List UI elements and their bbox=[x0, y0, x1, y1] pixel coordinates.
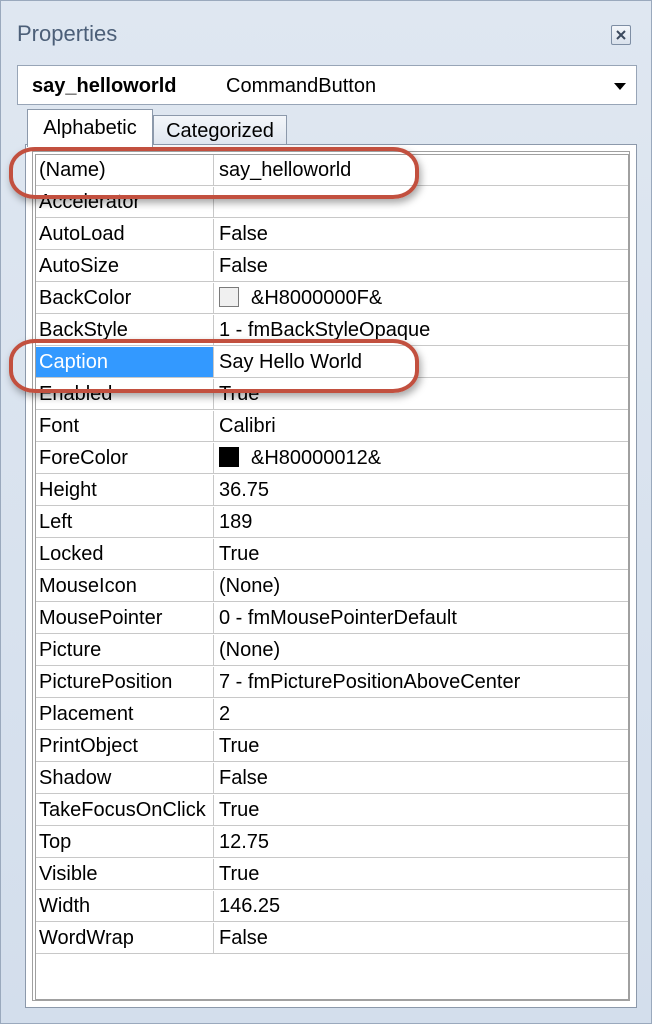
property-name: MousePointer bbox=[36, 603, 214, 634]
property-value[interactable]: 189 bbox=[214, 507, 628, 538]
property-row-wordwrap[interactable]: WordWrap False bbox=[36, 923, 628, 955]
property-name: Enabled bbox=[36, 379, 214, 410]
property-grid[interactable]: (Name) say_helloworld Accelerator AutoLo… bbox=[35, 154, 629, 1000]
property-name: Shadow bbox=[36, 763, 214, 794]
object-type: CommandButton bbox=[226, 75, 377, 97]
property-value[interactable]: True bbox=[214, 379, 628, 410]
property-value[interactable]: Say Hello World bbox=[214, 347, 628, 378]
property-value[interactable]: True bbox=[214, 539, 628, 570]
object-selector-dropdown[interactable]: say_helloworld CommandButton bbox=[17, 65, 637, 105]
property-row-accelerator[interactable]: Accelerator bbox=[36, 187, 628, 219]
property-name: WordWrap bbox=[36, 923, 214, 954]
property-row-picture[interactable]: Picture (None) bbox=[36, 635, 628, 667]
property-row-pictureposition[interactable]: PicturePosition 7 - fmPicturePositionAbo… bbox=[36, 667, 628, 699]
property-row-takefocusonclick[interactable]: TakeFocusOnClick True bbox=[36, 795, 628, 827]
close-icon bbox=[616, 30, 626, 40]
property-value[interactable]: False bbox=[214, 219, 628, 250]
property-value[interactable]: 1 - fmBackStyleOpaque bbox=[214, 315, 628, 346]
property-name: Caption bbox=[36, 347, 214, 378]
property-value[interactable]: True bbox=[214, 731, 628, 762]
property-value-text: &H80000012& bbox=[251, 447, 382, 469]
property-row-caption[interactable]: Caption Say Hello World bbox=[36, 347, 628, 379]
property-value[interactable]: 36.75 bbox=[214, 475, 628, 506]
property-value[interactable]: (None) bbox=[214, 635, 628, 666]
property-name: AutoLoad bbox=[36, 219, 214, 250]
property-name: PrintObject bbox=[36, 731, 214, 762]
property-value[interactable]: 146.25 bbox=[214, 891, 628, 922]
property-row-name[interactable]: (Name) say_helloworld bbox=[36, 155, 628, 187]
property-value[interactable]: &H80000012& bbox=[214, 443, 628, 474]
property-name: PicturePosition bbox=[36, 667, 214, 698]
property-row-height[interactable]: Height 36.75 bbox=[36, 475, 628, 507]
close-button[interactable] bbox=[611, 25, 631, 45]
property-name: Font bbox=[36, 411, 214, 442]
property-value[interactable]: False bbox=[214, 763, 628, 794]
title-bar: Properties bbox=[1, 1, 651, 63]
property-name: (Name) bbox=[36, 155, 214, 186]
property-row-placement[interactable]: Placement 2 bbox=[36, 699, 628, 731]
color-swatch bbox=[219, 447, 239, 467]
property-name: Left bbox=[36, 507, 214, 538]
tab-alphabetic[interactable]: Alphabetic bbox=[27, 109, 153, 147]
property-name: AutoSize bbox=[36, 251, 214, 282]
property-value[interactable]: 12.75 bbox=[214, 827, 628, 858]
property-name: ForeColor bbox=[36, 443, 214, 474]
property-value[interactable]: False bbox=[214, 923, 628, 954]
property-value[interactable]: 2 bbox=[214, 699, 628, 730]
property-name: Height bbox=[36, 475, 214, 506]
property-value[interactable]: (None) bbox=[214, 571, 628, 602]
property-row-autoload[interactable]: AutoLoad False bbox=[36, 219, 628, 251]
property-row-font[interactable]: Font Calibri bbox=[36, 411, 628, 443]
property-name: Top bbox=[36, 827, 214, 858]
property-value[interactable]: &H8000000F& bbox=[214, 283, 628, 314]
property-name: Accelerator bbox=[36, 187, 214, 218]
property-row-enabled[interactable]: Enabled True bbox=[36, 379, 628, 411]
tab-bar: Alphabetic Categorized bbox=[27, 109, 637, 147]
property-value[interactable]: 7 - fmPicturePositionAboveCenter bbox=[214, 667, 628, 698]
property-row-left[interactable]: Left 189 bbox=[36, 507, 628, 539]
property-value[interactable]: 0 - fmMousePointerDefault bbox=[214, 603, 628, 634]
window-title: Properties bbox=[17, 21, 118, 46]
properties-window: Properties say_helloworld CommandButton … bbox=[0, 0, 652, 1024]
property-name: BackColor bbox=[36, 283, 214, 314]
property-name: Placement bbox=[36, 699, 214, 730]
property-row-forecolor[interactable]: ForeColor &H80000012& bbox=[36, 443, 628, 475]
property-name: Locked bbox=[36, 539, 214, 570]
property-value[interactable]: True bbox=[214, 859, 628, 890]
color-swatch bbox=[219, 287, 239, 307]
property-row-printobject[interactable]: PrintObject True bbox=[36, 731, 628, 763]
property-value[interactable]: False bbox=[214, 251, 628, 282]
property-value[interactable]: Calibri bbox=[214, 411, 628, 442]
property-row-backcolor[interactable]: BackColor &H8000000F& bbox=[36, 283, 628, 315]
property-row-mousepointer[interactable]: MousePointer 0 - fmMousePointerDefault bbox=[36, 603, 628, 635]
property-name: TakeFocusOnClick bbox=[36, 795, 214, 826]
property-name: BackStyle bbox=[36, 315, 214, 346]
property-name: Visible bbox=[36, 859, 214, 890]
property-name: Width bbox=[36, 891, 214, 922]
tab-categorized[interactable]: Categorized bbox=[153, 115, 287, 147]
property-row-autosize[interactable]: AutoSize False bbox=[36, 251, 628, 283]
property-row-locked[interactable]: Locked True bbox=[36, 539, 628, 571]
property-value[interactable] bbox=[214, 187, 628, 218]
property-name: MouseIcon bbox=[36, 571, 214, 602]
chevron-down-icon[interactable] bbox=[614, 83, 626, 90]
property-row-width[interactable]: Width 146.25 bbox=[36, 891, 628, 923]
grid-empty-area bbox=[36, 955, 628, 999]
property-value[interactable]: say_helloworld bbox=[214, 155, 628, 186]
property-grid-frame: (Name) say_helloworld Accelerator AutoLo… bbox=[25, 144, 637, 1008]
property-row-mouseicon[interactable]: MouseIcon (None) bbox=[36, 571, 628, 603]
property-name: Picture bbox=[36, 635, 214, 666]
property-value-text: &H8000000F& bbox=[251, 287, 383, 309]
property-grid-border: (Name) say_helloworld Accelerator AutoLo… bbox=[32, 151, 630, 1001]
property-value[interactable]: True bbox=[214, 795, 628, 826]
property-row-visible[interactable]: Visible True bbox=[36, 859, 628, 891]
property-row-backstyle[interactable]: BackStyle 1 - fmBackStyleOpaque bbox=[36, 315, 628, 347]
property-row-shadow[interactable]: Shadow False bbox=[36, 763, 628, 795]
property-row-top[interactable]: Top 12.75 bbox=[36, 827, 628, 859]
object-name: say_helloworld bbox=[32, 75, 177, 97]
